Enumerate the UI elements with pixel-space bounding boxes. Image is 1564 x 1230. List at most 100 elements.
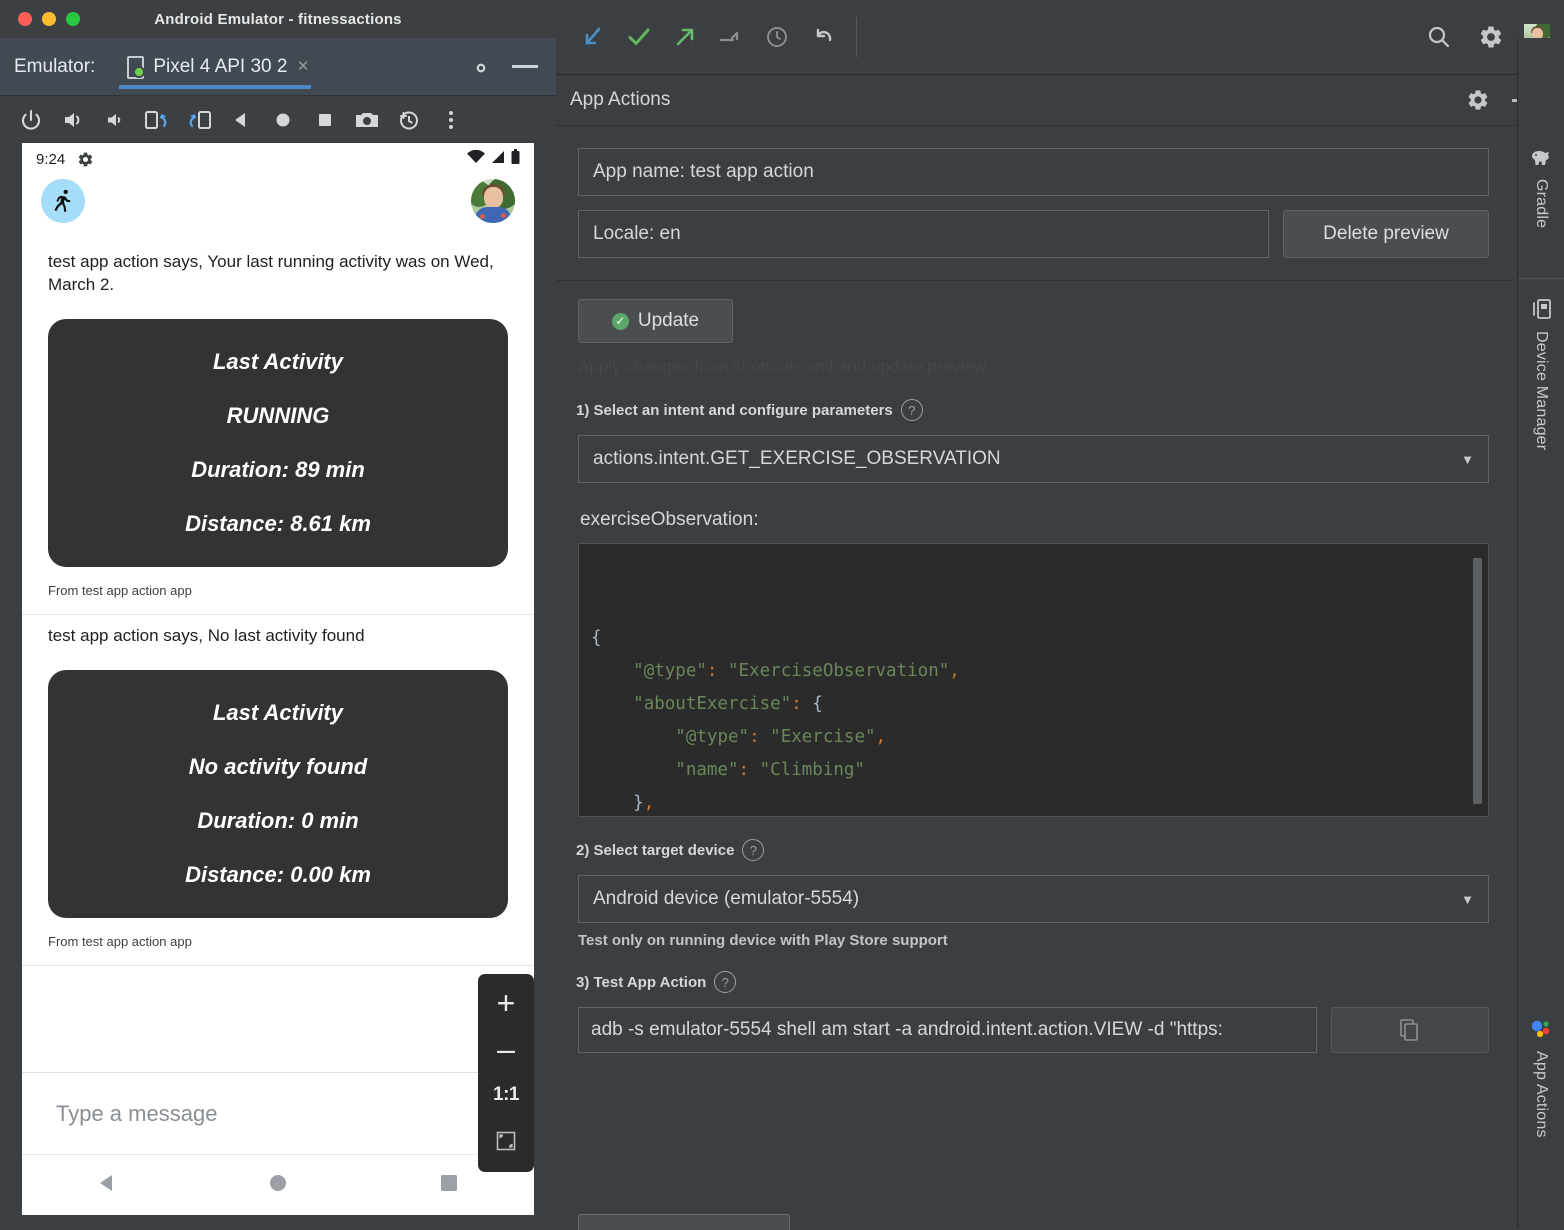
chat-message-source: From test app action app <box>22 934 534 949</box>
delete-preview-button[interactable]: Delete preview <box>1283 210 1489 258</box>
revert-icon[interactable] <box>800 14 846 60</box>
json-token: { <box>812 694 823 714</box>
volume-down-icon[interactable] <box>94 98 136 142</box>
emulator-device-tab[interactable]: Pixel 4 API 30 2 × <box>119 38 314 95</box>
locale-field[interactable]: Locale: en <box>578 210 1269 258</box>
user-avatar[interactable] <box>471 179 515 223</box>
json-token: "Exercise" <box>770 727 875 747</box>
step-out-icon[interactable] <box>662 14 708 60</box>
close-icon[interactable]: × <box>297 56 308 78</box>
wifi-icon <box>467 150 485 168</box>
update-button[interactable]: ✓ Update <box>578 299 733 343</box>
json-token <box>591 694 633 714</box>
history-clock-icon[interactable] <box>754 14 800 60</box>
help-icon[interactable]: ? <box>714 971 736 993</box>
step-over-icon[interactable] <box>708 14 754 60</box>
json-token: : <box>707 661 718 681</box>
device-screen[interactable]: 9:24 <box>22 143 534 1215</box>
step1-label-text: 1) Select an intent and configure parame… <box>576 402 893 419</box>
json-line: "@type": "Exercise", <box>591 721 1488 754</box>
battery-icon <box>511 149 520 169</box>
back-icon[interactable] <box>220 98 262 142</box>
home-icon[interactable] <box>262 98 304 142</box>
activity-card-title: Last Activity <box>64 349 492 375</box>
json-line: }, <box>591 787 1488 817</box>
json-token <box>802 694 813 714</box>
gear-icon[interactable] <box>468 55 494 86</box>
minimize-icon[interactable] <box>512 65 538 68</box>
adb-command-field[interactable]: adb -s emulator-5554 shell am start -a a… <box>578 1007 1317 1053</box>
divider <box>22 614 534 615</box>
json-token: : <box>739 760 750 780</box>
chevron-down-icon: ▼ <box>1461 452 1474 467</box>
status-time: 9:24 <box>36 151 65 168</box>
json-parameter-editor[interactable]: { "@type": "ExerciseObservation", "about… <box>578 543 1489 817</box>
copy-icon[interactable] <box>1331 1007 1489 1053</box>
run-check-icon[interactable] <box>616 14 662 60</box>
json-token: : <box>791 694 802 714</box>
json-token <box>717 661 728 681</box>
rotate-left-icon[interactable] <box>136 98 178 142</box>
status-icons <box>467 149 520 169</box>
signal-icon <box>490 150 506 168</box>
camera-icon[interactable] <box>346 98 388 142</box>
json-token: } <box>633 793 644 813</box>
power-icon[interactable] <box>10 98 52 142</box>
gear-icon[interactable] <box>1466 88 1490 117</box>
tool-window-app-actions-label: App Actions <box>1532 1051 1550 1138</box>
json-line: { <box>591 622 1488 655</box>
step-into-icon[interactable] <box>570 14 616 60</box>
ide-toolbar <box>556 0 1564 75</box>
intent-select[interactable]: actions.intent.GET_EXERCISE_OBSERVATION … <box>578 435 1489 483</box>
gear-icon[interactable] <box>1468 14 1514 60</box>
app-actions-panel-header: App Actions <box>556 75 1564 126</box>
actual-size-button[interactable]: 1:1 <box>478 1072 534 1118</box>
tool-window-device-manager[interactable]: Device Manager <box>1518 288 1564 450</box>
gradle-elephant-icon <box>1530 148 1552 173</box>
scrollbar[interactable] <box>1473 558 1482 804</box>
step3-label-text: 3) Test App Action <box>576 974 706 991</box>
json-token <box>591 661 633 681</box>
android-studio-panel: App Actions App name: test app action Lo… <box>556 0 1564 1228</box>
rotate-right-icon[interactable] <box>178 98 220 142</box>
zoom-out-button[interactable]: – <box>478 1026 534 1072</box>
minimize-window-button[interactable] <box>42 12 56 26</box>
window-traffic-lights[interactable] <box>18 12 80 26</box>
running-person-icon <box>41 179 85 223</box>
emulator-toolbar <box>0 96 556 144</box>
recents-icon[interactable] <box>436 1170 462 1201</box>
help-icon[interactable]: ? <box>901 399 923 421</box>
panel-title: App Actions <box>570 89 670 111</box>
emulator-tab-label: Pixel 4 API 30 2 <box>153 56 287 78</box>
home-icon[interactable] <box>265 1170 291 1201</box>
tool-window-app-actions[interactable]: App Actions <box>1518 1008 1564 1138</box>
back-icon[interactable] <box>94 1170 120 1201</box>
more-vertical-icon[interactable] <box>430 98 472 142</box>
message-input-row[interactable]: Type a message <box>22 1072 534 1155</box>
intent-select-value: actions.intent.GET_EXERCISE_OBSERVATION <box>593 448 1001 470</box>
json-token: "aboutExercise" <box>633 694 791 714</box>
json-token: "@type" <box>633 661 707 681</box>
device-icon <box>125 55 145 79</box>
help-icon[interactable]: ? <box>742 839 764 861</box>
divider <box>22 965 534 966</box>
json-token: "Climbing" <box>760 760 865 780</box>
app-name-field[interactable]: App name: test app action <box>578 148 1489 196</box>
adb-command-row: adb -s emulator-5554 shell am start -a a… <box>578 1007 1489 1053</box>
history-icon[interactable] <box>388 98 430 142</box>
overview-icon[interactable] <box>304 98 346 142</box>
json-token: "name" <box>675 760 738 780</box>
maximize-window-button[interactable] <box>66 12 80 26</box>
emulator-zoom-panel[interactable]: + – 1:1 <box>478 974 534 1172</box>
tool-window-gradle[interactable]: Gradle <box>1518 138 1564 228</box>
chat-message-text: test app action says, Your last running … <box>22 251 534 297</box>
zoom-in-button[interactable]: + <box>478 980 534 1026</box>
message-input[interactable]: Type a message <box>56 1101 217 1127</box>
search-icon[interactable] <box>1416 14 1462 60</box>
volume-up-icon[interactable] <box>52 98 94 142</box>
fit-to-screen-icon[interactable] <box>478 1118 534 1164</box>
activity-card-duration: Duration: 89 min <box>64 457 492 483</box>
close-window-button[interactable] <box>18 12 32 26</box>
target-device-select[interactable]: Android device (emulator-5554) ▼ <box>578 875 1489 923</box>
emulator-window-title: Android Emulator - fitnessactions <box>154 11 401 28</box>
